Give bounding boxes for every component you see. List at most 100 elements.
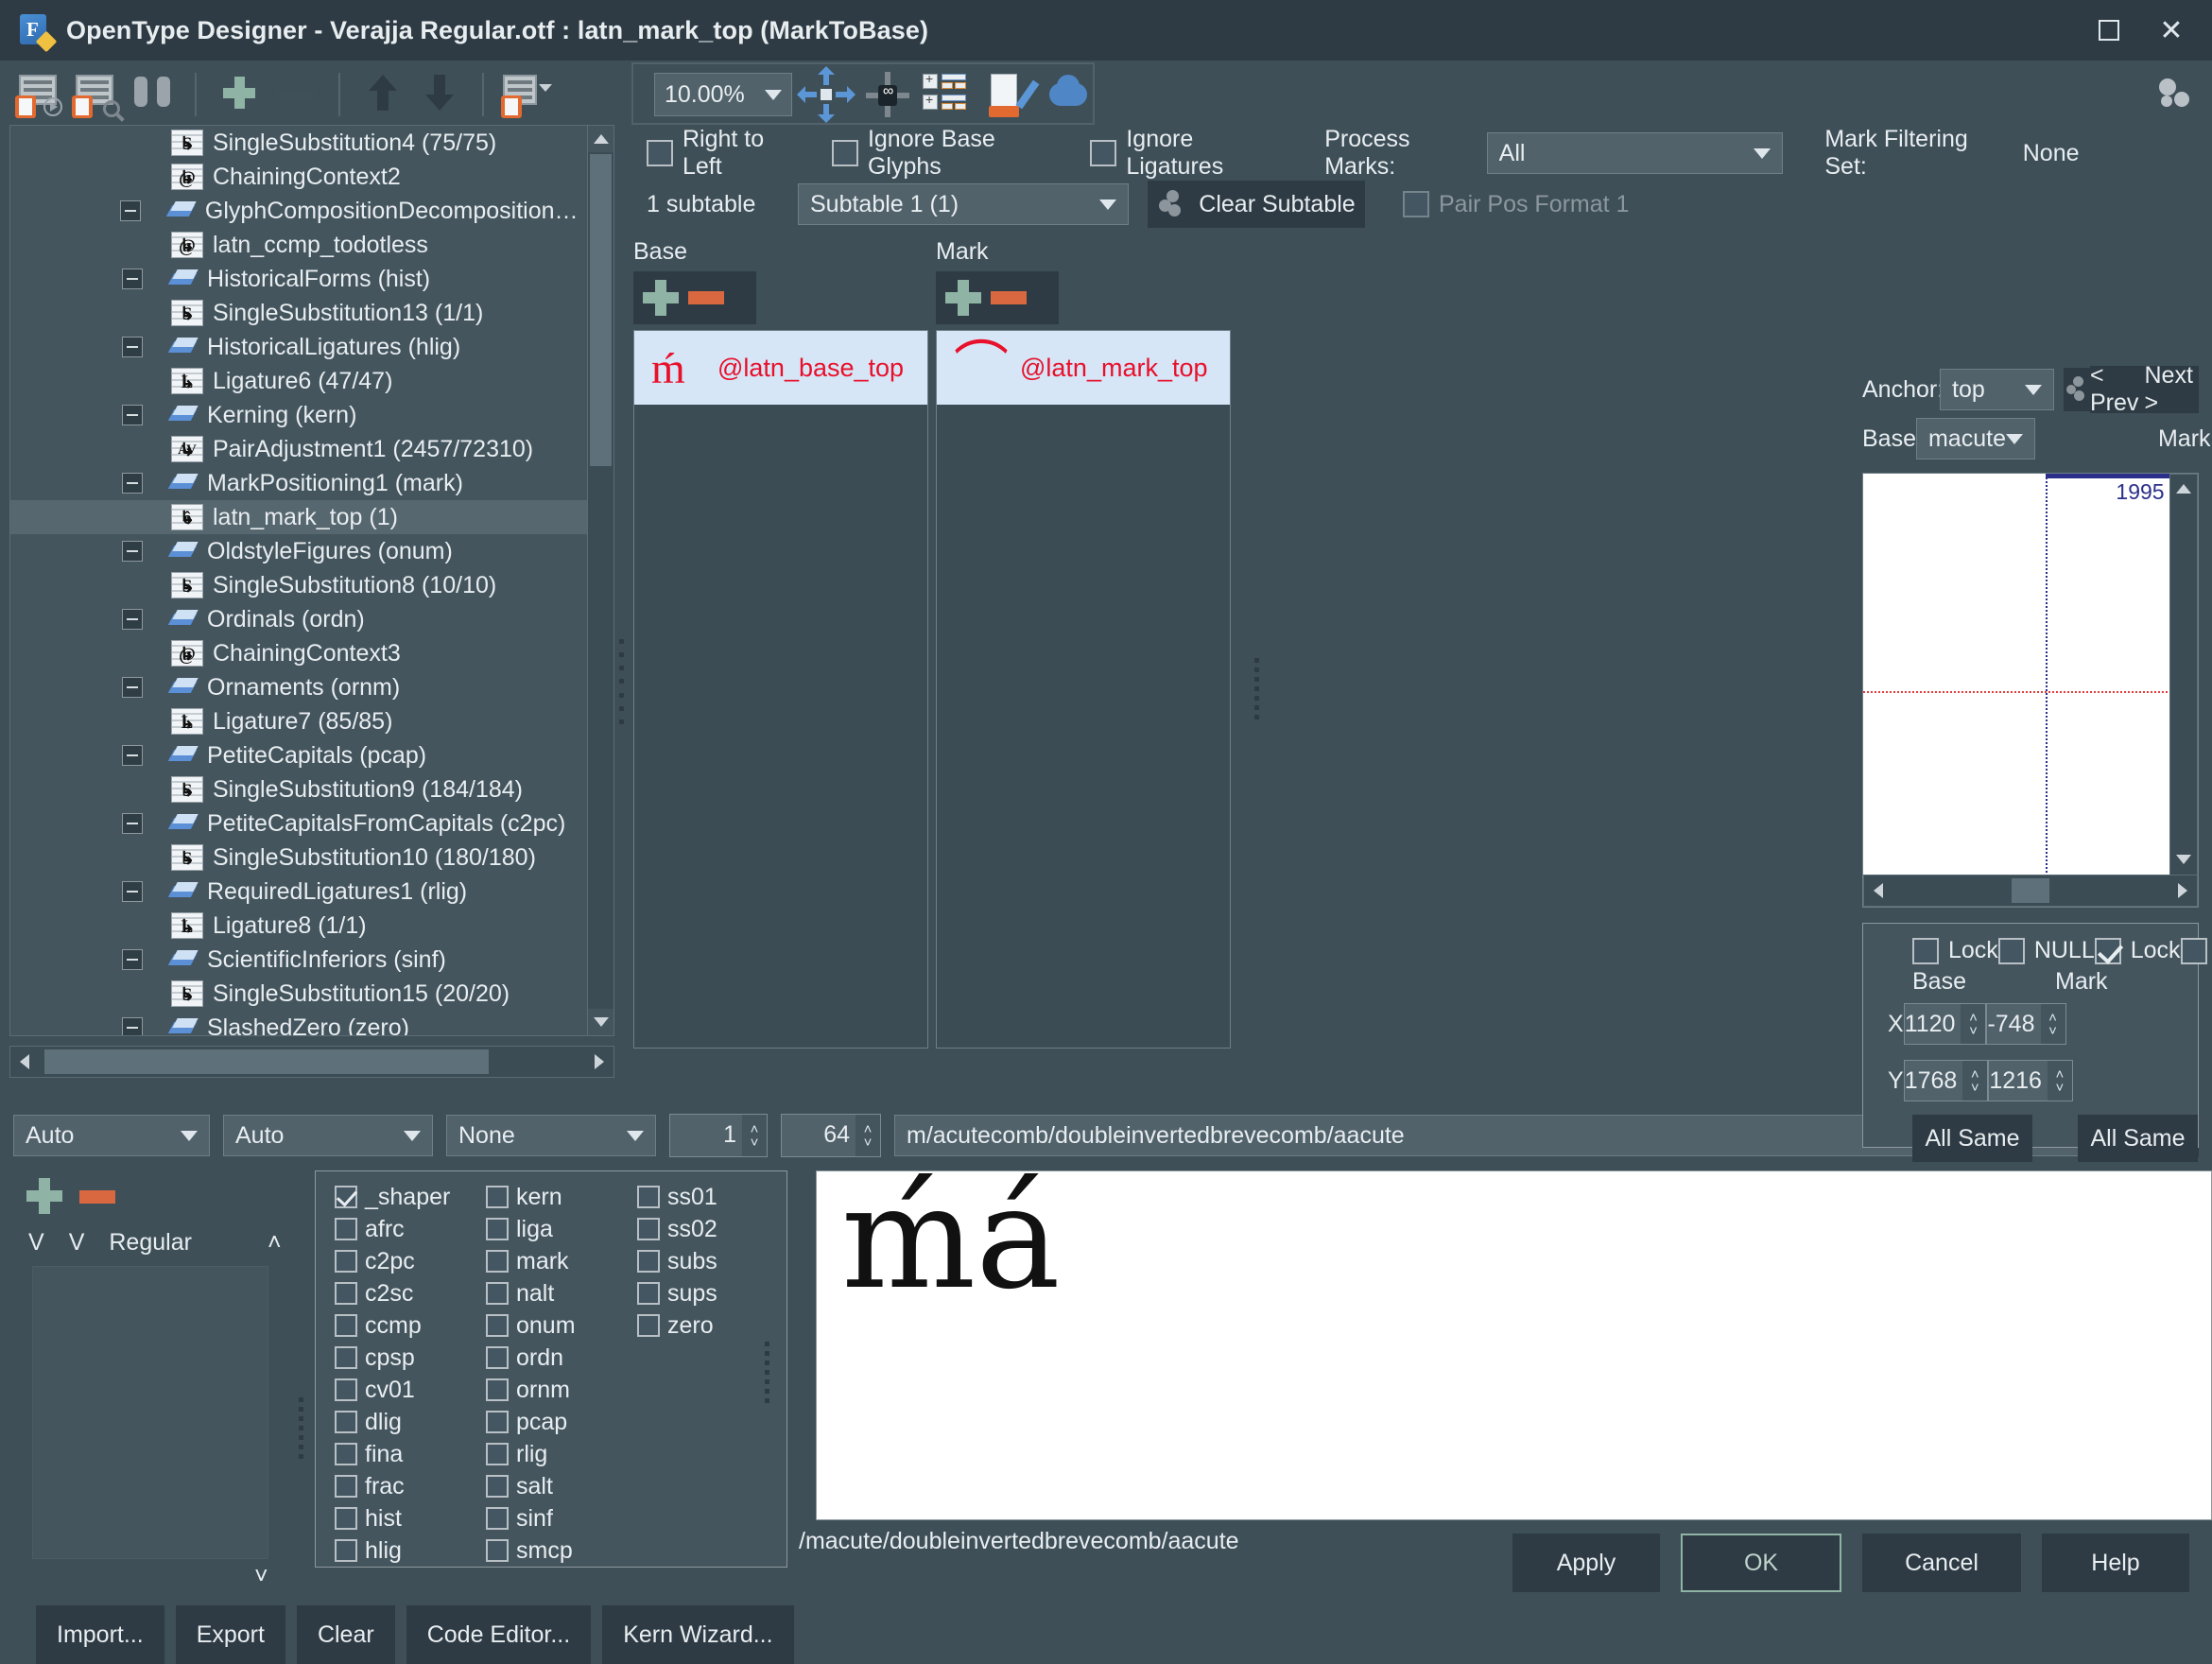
feature-checkbox-ccmp[interactable]: [335, 1314, 357, 1337]
tree-item-21[interactable]: S↳SingleSubstitution10 (180/180): [10, 841, 587, 875]
note-edit-icon[interactable]: [981, 70, 1034, 119]
tree-item-22[interactable]: RequiredLigatures1 (rlig): [10, 875, 587, 909]
style-col-a[interactable]: V: [28, 1229, 44, 1257]
mark-lock-checkbox[interactable]: [2095, 938, 2121, 964]
feature-checkbox-kern[interactable]: [486, 1186, 509, 1208]
add-mark-icon[interactable]: [945, 280, 981, 316]
mark-x-stepper[interactable]: ˄˅: [2041, 1004, 2065, 1044]
prev-button[interactable]: < Prev: [2090, 366, 2145, 413]
points-stepper[interactable]: ˄˅: [855, 1115, 880, 1156]
remove-base-icon[interactable]: [688, 291, 724, 304]
tree-item-2[interactable]: GlyphCompositionDecomposition1 (c: [10, 194, 587, 228]
feature-row[interactable]: ccmp: [327, 1309, 478, 1342]
tree-item-7[interactable]: L↳Ligature6 (47/47): [10, 364, 587, 398]
tree-item-6[interactable]: HistoricalLigatures (hlig): [10, 330, 587, 364]
maximize-button[interactable]: [2078, 0, 2140, 61]
feature-row[interactable]: subs: [630, 1245, 781, 1277]
tree-expander-icon[interactable]: [122, 337, 143, 357]
tree-item-12[interactable]: OldstyleFigures (onum): [10, 534, 587, 568]
import-button[interactable]: Import...: [36, 1605, 164, 1664]
features-splitter[interactable]: [753, 1342, 781, 1403]
tree-item-3[interactable]: @↳latn_ccmp_todotless: [10, 228, 587, 262]
style-col-b[interactable]: V: [69, 1229, 85, 1257]
feature-checkbox-cpsp[interactable]: [335, 1346, 357, 1369]
tree-item-20[interactable]: PetiteCapitalsFromCapitals (c2pc): [10, 806, 587, 841]
tree-item-5[interactable]: S↳SingleSubstitution13 (1/1): [10, 296, 587, 330]
feature-row[interactable]: kern: [478, 1181, 630, 1213]
base-x-input[interactable]: 1120 ˄˅: [1904, 1003, 1987, 1045]
table-run-icon[interactable]: [13, 71, 64, 118]
feature-checkbox-ordn[interactable]: [486, 1346, 509, 1369]
style-sort-down-icon[interactable]: ˅: [254, 1563, 287, 1590]
tree-item-13[interactable]: S↳SingleSubstitution8 (10/10): [10, 568, 587, 602]
anchor-settings-button[interactable]: [2064, 368, 2090, 411]
list-splitter[interactable]: [1243, 658, 1270, 719]
feature-row[interactable]: salt: [478, 1470, 630, 1502]
feature-row[interactable]: ornm: [478, 1374, 630, 1406]
tree-expander-icon[interactable]: [120, 200, 141, 221]
feature-checkbox-smcp[interactable]: [486, 1539, 509, 1562]
scroll-left-button[interactable]: [10, 1054, 39, 1069]
help-button[interactable]: Help: [2042, 1534, 2189, 1592]
feature-row[interactable]: ss01: [630, 1181, 781, 1213]
feature-checkbox-afrc[interactable]: [335, 1218, 357, 1240]
feature-row[interactable]: c2sc: [327, 1277, 478, 1309]
feature-row[interactable]: zero: [630, 1309, 781, 1342]
feature-row[interactable]: hist: [327, 1502, 478, 1534]
tree-item-10[interactable]: MarkPositioning1 (mark): [10, 466, 587, 500]
feature-checkbox-zero[interactable]: [637, 1314, 660, 1337]
scroll-right-button[interactable]: [585, 1054, 613, 1069]
lookup-tree[interactable]: S↳SingleSubstitution4 (75/75)@↳ChainingC…: [9, 125, 614, 1036]
base-null-checkbox[interactable]: [1998, 938, 2025, 964]
preview-canvas[interactable]: ḿá: [816, 1170, 2212, 1520]
move-down-icon[interactable]: [414, 71, 465, 118]
tree-expander-icon[interactable]: [122, 881, 143, 902]
tree-item-24[interactable]: ScientificInferiors (sinf): [10, 943, 587, 977]
scroll-thumb[interactable]: [590, 154, 612, 466]
apply-button[interactable]: Apply: [1512, 1534, 1660, 1592]
points-input[interactable]: 64 ˄˅: [781, 1114, 881, 1157]
tree-item-1[interactable]: @↳ChainingContext2: [10, 160, 587, 194]
close-button[interactable]: ✕: [2140, 0, 2203, 61]
base-all-same-button[interactable]: All Same: [1912, 1115, 2032, 1162]
scroll-right-button[interactable]: [2169, 883, 2197, 898]
zoom-select[interactable]: 10.00%: [654, 73, 792, 116]
canvas-hscroll-thumb[interactable]: [2012, 878, 2049, 903]
feature-checkbox-dlig[interactable]: [335, 1411, 357, 1433]
feature-row[interactable]: afrc: [327, 1213, 478, 1245]
feature-row[interactable]: sups: [630, 1277, 781, 1309]
feature-row[interactable]: pcap: [478, 1406, 630, 1438]
base-y-stepper[interactable]: ˄˅: [1962, 1061, 1987, 1101]
list-item[interactable]: ⌒ @latn_mark_top: [937, 331, 1230, 405]
feature-checkbox-sinf[interactable]: [486, 1507, 509, 1530]
canvas-vertical-scrollbar[interactable]: [2169, 474, 2198, 907]
script-select[interactable]: Auto: [13, 1115, 210, 1156]
base-y-input[interactable]: 1768 ˄˅: [1904, 1060, 1989, 1101]
tree-item-11[interactable]: ê↳latn_mark_top (1): [10, 500, 587, 534]
feature-row[interactable]: cpsp: [327, 1342, 478, 1374]
ignore-base-glyphs-checkbox[interactable]: [832, 140, 858, 166]
feature-checkbox-salt[interactable]: [486, 1475, 509, 1498]
tree-expander-icon[interactable]: [122, 1017, 143, 1035]
feature-checkbox-onum[interactable]: [486, 1314, 509, 1337]
feature-checkbox-hlig[interactable]: [335, 1539, 357, 1562]
direction-select[interactable]: None: [446, 1115, 656, 1156]
tree-expander-icon[interactable]: [122, 473, 143, 494]
settings-icon[interactable]: [2155, 75, 2195, 114]
feature-row[interactable]: dlig: [327, 1406, 478, 1438]
mark-all-same-button[interactable]: All Same: [2078, 1115, 2198, 1162]
feature-checkbox-frac[interactable]: [335, 1475, 357, 1498]
base-glyph-select[interactable]: macute: [1916, 418, 2035, 459]
subtable-select[interactable]: Subtable 1 (1): [798, 183, 1129, 225]
feature-checkbox-pcap[interactable]: [486, 1411, 509, 1433]
feature-row[interactable]: c2pc: [327, 1245, 478, 1277]
canvas-horizontal-scrollbar[interactable]: [1863, 875, 2198, 907]
language-select[interactable]: Auto: [223, 1115, 433, 1156]
mark-filtering-set-value[interactable]: None: [2012, 132, 2212, 174]
tree-expander-icon[interactable]: [122, 609, 143, 630]
clear-button[interactable]: Clear: [297, 1605, 395, 1664]
feature-row[interactable]: liga: [478, 1213, 630, 1245]
feature-row[interactable]: fina: [327, 1438, 478, 1470]
table-search-icon[interactable]: [70, 71, 121, 118]
feature-row[interactable]: _shaper: [327, 1181, 478, 1213]
